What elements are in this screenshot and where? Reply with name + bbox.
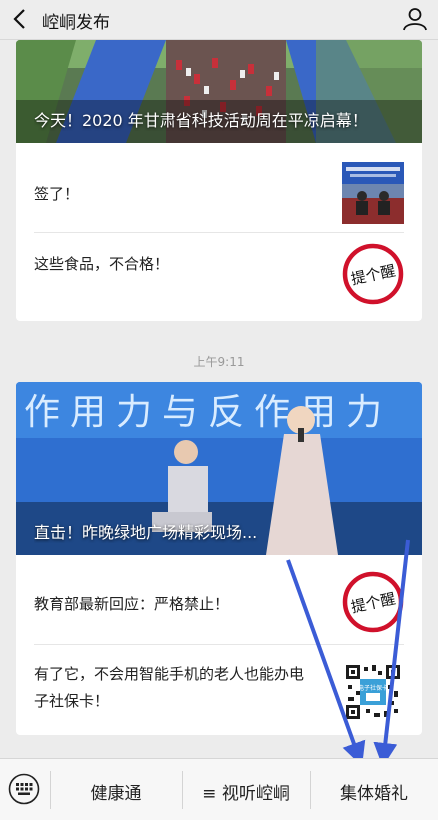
person-icon[interactable]: [402, 6, 428, 32]
article-thumbnail: 提个醒: [342, 243, 404, 305]
list-item[interactable]: 签了！: [16, 143, 422, 233]
top-nav-bar: 崆峒发布: [0, 0, 438, 40]
article-title-line: 有了它，不会用智能手机的老人也能办电: [34, 665, 305, 683]
cover-article[interactable]: 今天！2020 年甘肃省科技活动周在平凉启幕！: [16, 40, 422, 143]
list-item[interactable]: 教育部最新回应：严格禁止！ 提个醒: [16, 555, 422, 645]
article-card: 作用力与反作用力 直击！昨晚绿地广场精彩现场... 教育部最新回应：严格禁止！ …: [16, 382, 422, 735]
cover-title: 直击！昨晚绿地广场精彩现场...: [34, 523, 258, 542]
article-thumbnail: 提个醒: [342, 571, 404, 633]
reminder-stamp-icon: 提个醒: [342, 571, 404, 633]
reminder-stamp-icon: 提个醒: [342, 243, 404, 305]
menu-item-media[interactable]: ≡ 视听崆峒: [182, 779, 310, 804]
back-arrow-icon[interactable]: [8, 6, 34, 32]
cover-title: 今天！2020 年甘肃省科技活动周在平凉启幕！: [34, 111, 368, 130]
menu-item-health[interactable]: 健康通: [50, 779, 182, 804]
article-thumbnail: [342, 162, 404, 224]
page-title: 崆峒发布: [42, 13, 110, 33]
article-title: 签了！: [34, 185, 80, 203]
list-item[interactable]: 这些食品，不合格！ 提个醒: [16, 233, 422, 321]
article-thumbnail: 电子社保卡: [342, 661, 404, 723]
article-title-line: 子社保卡！: [34, 692, 110, 710]
banner-text: 作用力与反作用力: [24, 392, 392, 433]
article-title: 这些食品，不合格！: [34, 255, 170, 273]
qr-code-icon: 电子社保卡: [342, 661, 404, 723]
article-title: 有了它，不会用智能手机的老人也能办电 子社保卡！: [34, 661, 334, 715]
menu-item-wedding[interactable]: 集体婚礼: [310, 779, 438, 804]
article-card: 今天！2020 年甘肃省科技活动周在平凉启幕！ 签了！ 这些食品，不合格！ 提个…: [16, 40, 422, 321]
article-title: 教育部最新回应：严格禁止！: [34, 595, 230, 613]
keyboard-icon[interactable]: [8, 773, 40, 805]
list-item[interactable]: 有了它，不会用智能手机的老人也能办电 子社保卡！ 电子社保卡: [16, 645, 422, 735]
bottom-menu-bar: 健康通 ≡ 视听崆峒 集体婚礼: [0, 758, 438, 820]
cover-article[interactable]: 作用力与反作用力 直击！昨晚绿地广场精彩现场...: [16, 382, 422, 555]
qr-label: 电子社保卡: [358, 684, 388, 692]
message-timestamp: 上午9:11: [193, 355, 245, 369]
